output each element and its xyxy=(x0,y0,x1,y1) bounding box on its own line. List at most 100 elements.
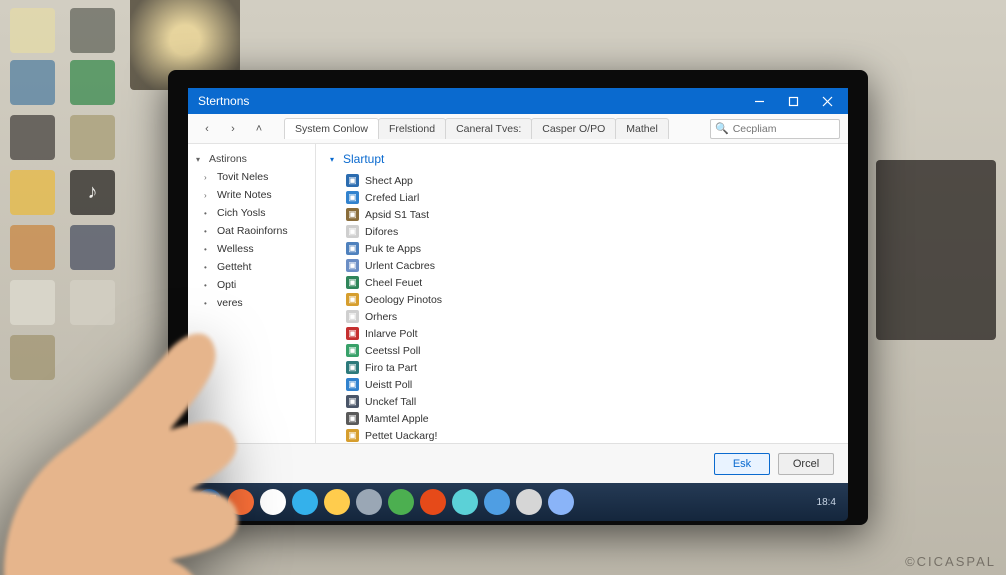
sync-icon: ▣ xyxy=(346,395,359,408)
maximize-button[interactable] xyxy=(776,88,810,114)
list-item-label: Shect App xyxy=(365,175,413,187)
search-box[interactable]: 🔍 xyxy=(710,119,840,139)
wall-poster xyxy=(10,335,55,380)
list-icon: ▣ xyxy=(346,242,359,255)
sidebar-item-7[interactable]: •Opti xyxy=(188,276,315,294)
folder-icon: ▣ xyxy=(346,293,359,306)
list-item-label: Unckef Tall xyxy=(365,396,416,408)
nav-forward-button[interactable]: › xyxy=(222,118,244,140)
list-item[interactable]: ▣Difores xyxy=(330,223,834,240)
list-item[interactable]: ▣ Oeology Pinotos xyxy=(330,291,834,308)
sidebar-item-2[interactable]: ›Write Notes xyxy=(188,186,315,204)
window-title: Stertnons xyxy=(198,94,742,108)
list-item[interactable]: ▣ Mamtel Apple xyxy=(330,410,834,427)
check-icon: • xyxy=(204,263,212,272)
sidebar-item-label: veres xyxy=(217,297,243,309)
sidebar-item-6[interactable]: • Getteht xyxy=(188,258,315,276)
list-item[interactable]: ▣Orhers xyxy=(330,308,834,325)
tab-4[interactable]: Mathel xyxy=(615,118,669,139)
sidebar-item-label: Tovit Neles xyxy=(217,171,268,183)
list-item[interactable]: ▣ Shect App xyxy=(330,172,834,189)
list-item[interactable]: ▣ Unckef Tall xyxy=(330,393,834,410)
sidebar-item-5[interactable]: • Welless xyxy=(188,240,315,258)
list-item[interactable]: ▣Inlarve Polt xyxy=(330,325,834,342)
sidebar-item-label: Write Notes xyxy=(217,189,272,201)
teams-icon[interactable] xyxy=(420,489,446,515)
list-item[interactable]: ▣Firo ta Part xyxy=(330,359,834,376)
sidebar-item-label: Astirons xyxy=(209,153,247,165)
list-item[interactable]: ▣Cheel Feuet xyxy=(330,274,834,291)
ok-button[interactable]: Esk xyxy=(714,453,770,475)
app3-icon[interactable] xyxy=(548,489,574,515)
titlebar[interactable]: Stertnons xyxy=(188,88,848,114)
wall-poster xyxy=(10,170,55,215)
sidebar-item-0[interactable]: ▾ Astirons xyxy=(188,150,315,168)
screen: Stertnons ‹ › ˄ xyxy=(188,88,848,483)
list-item-label: Pettet Uackarg! xyxy=(365,430,437,442)
sidebar-item-3[interactable]: •Cich Yosls xyxy=(188,204,315,222)
list-item[interactable]: ▣ Ceetssl Poll xyxy=(330,342,834,359)
sidebar-item-4[interactable]: •Oat Raoinforns xyxy=(188,222,315,240)
tab-1[interactable]: Frelstiond xyxy=(378,118,446,139)
taskbar[interactable]: 18:4 xyxy=(188,483,848,521)
chevron-right-icon: › xyxy=(231,123,235,135)
edge-icon[interactable] xyxy=(292,489,318,515)
sidebar-item-label: Opti xyxy=(217,279,236,291)
cancel-button[interactable]: Orcel xyxy=(778,453,834,475)
bolt-icon: ▣ xyxy=(346,208,359,221)
heart-icon: • xyxy=(204,245,212,254)
section-header[interactable]: ▾ Slartupt xyxy=(330,152,834,166)
app-window: Stertnons ‹ › ˄ xyxy=(188,88,848,483)
tab-0[interactable]: System Conlow xyxy=(284,118,379,139)
list-item[interactable]: ▣Crefed Liarl xyxy=(330,189,834,206)
app1-icon[interactable] xyxy=(484,489,510,515)
taskbar-clock[interactable]: 18:4 xyxy=(817,497,840,508)
list-item-label: Orhers xyxy=(365,311,397,323)
chrome-icon[interactable] xyxy=(260,489,286,515)
notes-icon[interactable] xyxy=(452,489,478,515)
list-item-label: Ceetssl Poll xyxy=(365,345,420,357)
sidebar-item-label: Welless xyxy=(217,243,254,255)
minimize-button[interactable] xyxy=(742,88,776,114)
chevron-down-icon: ▾ xyxy=(196,155,204,164)
start-button[interactable] xyxy=(196,489,222,515)
sidebar-item-8[interactable]: •veres xyxy=(188,294,315,312)
search-input[interactable] xyxy=(733,123,835,135)
list-item[interactable]: ▣ Ueistt Poll xyxy=(330,376,834,393)
app-icon: ▣ xyxy=(346,174,359,187)
wall-poster xyxy=(10,225,55,270)
nav-up-button[interactable]: ˄ xyxy=(248,118,270,140)
blank-icon: ▣ xyxy=(346,225,359,238)
mail-icon[interactable] xyxy=(356,489,382,515)
monitor-icon: ▣ xyxy=(346,361,359,374)
app2-icon[interactable] xyxy=(516,489,542,515)
list-item-label: Mamtel Apple xyxy=(365,413,429,425)
toolbar: ‹ › ˄ System ConlowFrelstiondCaneral Tve… xyxy=(188,114,848,144)
watermark: ©CICASPAL xyxy=(905,554,996,569)
globe-icon: ▣ xyxy=(346,191,359,204)
wall-poster: ♪ xyxy=(70,170,115,215)
close-button[interactable] xyxy=(810,88,844,114)
apple-icon: ▣ xyxy=(346,412,359,425)
shield-icon: ▣ xyxy=(346,378,359,391)
puzzle-icon: ▣ xyxy=(346,344,359,357)
explorer-icon[interactable] xyxy=(324,489,350,515)
tab-3[interactable]: Casper O/PO xyxy=(531,118,616,139)
sidebar-item-label: Getteht xyxy=(217,261,251,273)
list-item-label: Ueistt Poll xyxy=(365,379,412,391)
chevron-down-icon: ▾ xyxy=(330,155,338,164)
store-icon[interactable] xyxy=(388,489,414,515)
spreadsheet-icon: ▣ xyxy=(346,276,359,289)
list-item[interactable]: ▣Urlent Cacbres xyxy=(330,257,834,274)
list-item[interactable]: ▣Apsid S1 Tast xyxy=(330,206,834,223)
dialog-footer: Esk Orcel xyxy=(188,443,848,483)
chevron-left-icon: ‹ xyxy=(205,123,209,135)
firefox-icon[interactable] xyxy=(228,489,254,515)
nav-back-button[interactable]: ‹ xyxy=(196,118,218,140)
list-item[interactable]: ▣Pettet Uackarg! xyxy=(330,427,834,443)
list-item[interactable]: ▣Puk te Apps xyxy=(330,240,834,257)
sidebar-item-1[interactable]: ›Tovit Neles xyxy=(188,168,315,186)
list-item-label: Oeology Pinotos xyxy=(365,294,442,306)
wall-poster xyxy=(10,115,55,160)
tab-2[interactable]: Caneral Tves: xyxy=(445,118,532,139)
